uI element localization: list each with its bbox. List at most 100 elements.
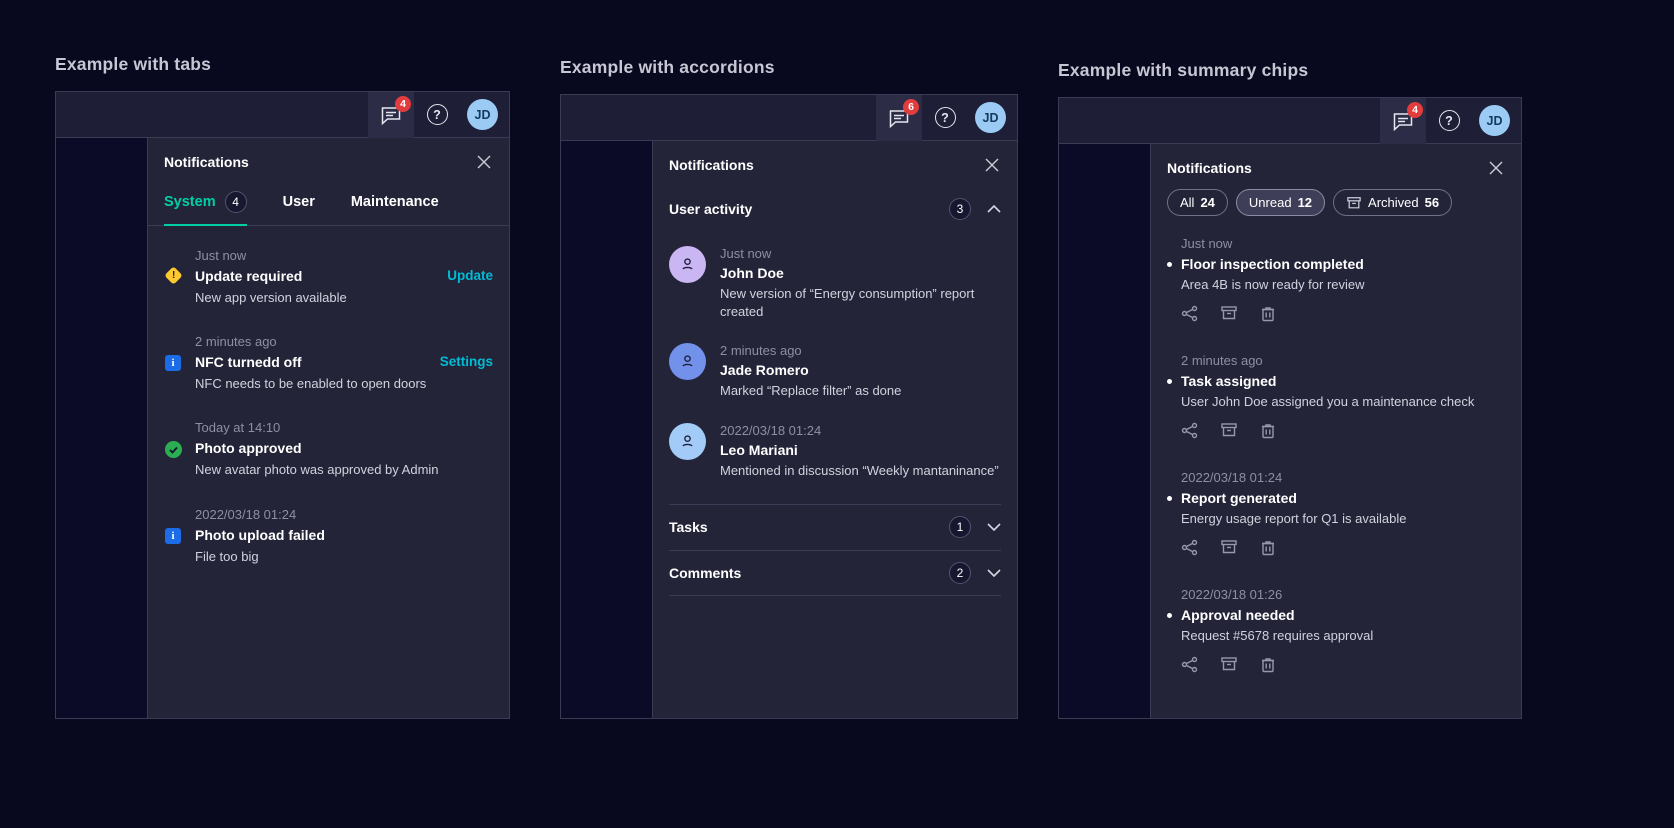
close-button[interactable] xyxy=(983,156,1001,174)
settings-action-link[interactable]: Settings xyxy=(440,334,493,393)
trash-icon xyxy=(1262,658,1274,673)
notification-time: Today at 14:10 xyxy=(195,420,281,436)
user-avatar[interactable]: JD xyxy=(1479,105,1510,136)
update-action-link[interactable]: Update xyxy=(447,248,493,307)
notifications-panel: Notifications User activity 3 Just now J… xyxy=(652,141,1017,718)
chip-count: 24 xyxy=(1200,195,1215,210)
notification-item: i 2022/03/18 01:24 Photo upload failed F… xyxy=(164,507,493,566)
tab-maintenance[interactable]: Maintenance xyxy=(351,183,439,225)
share-icon xyxy=(1181,422,1198,439)
archive-button[interactable] xyxy=(1220,656,1238,673)
notification-time: Just now xyxy=(195,248,247,263)
help-button[interactable]: ? xyxy=(922,95,968,141)
help-button[interactable]: ? xyxy=(1426,98,1472,144)
chip-archived[interactable]: Archived 56 xyxy=(1333,189,1453,216)
notifications-panel: Notifications System 4 User Maintenance xyxy=(147,138,509,718)
notification-description: New avatar photo was approved by Admin xyxy=(195,462,439,478)
delete-button[interactable] xyxy=(1260,422,1276,439)
chip-count: 56 xyxy=(1424,195,1440,210)
trash-icon xyxy=(1262,424,1274,439)
chevron-up-icon xyxy=(987,205,1001,213)
user-activity-list: Just now John Doe New version of “Energy… xyxy=(669,232,1001,504)
section-title-accordions: Example with accordions xyxy=(560,57,775,77)
accordion-comments[interactable]: Comments 2 xyxy=(669,549,1001,596)
archive-button[interactable] xyxy=(1220,422,1238,439)
section-title-tabs: Example with tabs xyxy=(55,54,212,74)
tab-label: User xyxy=(282,194,315,210)
notification-title: Task assigned xyxy=(1181,373,1277,389)
archive-icon xyxy=(1221,540,1237,554)
notification-description: NFC needs to be enabled to open doors xyxy=(195,376,427,392)
notification-title: Update required xyxy=(195,268,303,284)
unread-dot xyxy=(1167,379,1172,384)
section-title-chips: Example with summary chips xyxy=(1058,60,1309,80)
chip-label: Unread xyxy=(1248,195,1292,210)
delete-button[interactable] xyxy=(1260,305,1276,322)
notification-title: Approval needed xyxy=(1181,607,1295,623)
accordion-count-badge: 3 xyxy=(949,198,971,220)
chevron-down-icon xyxy=(987,523,1001,532)
archive-button[interactable] xyxy=(1220,305,1238,322)
archive-icon xyxy=(1347,196,1361,208)
app-window-tabs: 4 ? JD Notifications System 4 User Maint… xyxy=(55,91,510,719)
close-x-icon xyxy=(477,155,491,169)
tab-user[interactable]: User xyxy=(283,183,315,225)
close-button[interactable] xyxy=(475,153,493,171)
person-icon xyxy=(682,434,693,447)
notification-title: Photo approved xyxy=(195,440,302,457)
notification-description: New app version available xyxy=(195,290,347,305)
app-header: 4 ? JD xyxy=(1059,97,1521,144)
share-button[interactable] xyxy=(1181,539,1198,556)
accordion-count-badge: 1 xyxy=(949,516,971,539)
archive-icon xyxy=(1221,423,1237,437)
share-button[interactable] xyxy=(1181,305,1198,322)
warning-diamond-icon: ! xyxy=(163,266,183,285)
chip-label: All xyxy=(1180,195,1195,210)
share-icon xyxy=(1181,656,1198,673)
app-content-strip xyxy=(1059,144,1150,718)
trash-icon xyxy=(1262,307,1274,322)
activity-user-name: Jade Romero xyxy=(720,362,809,379)
app-content-strip xyxy=(56,138,147,718)
activity-item: 2 minutes ago Jade Romero Marked “Replac… xyxy=(669,343,1001,400)
question-mark-icon: ? xyxy=(1438,110,1460,131)
activity-description: Mentioned in discussion “Weekly mantanin… xyxy=(720,462,999,478)
question-mark-icon: ? xyxy=(934,107,956,128)
chip-label: Archived xyxy=(1368,195,1419,210)
activity-item: Just now John Doe New version of “Energy… xyxy=(669,246,1001,321)
notifications-button[interactable]: 4 xyxy=(368,91,414,138)
app-content-strip xyxy=(561,141,652,718)
close-x-icon xyxy=(1489,161,1503,175)
notifications-button[interactable]: 4 xyxy=(1380,97,1426,144)
close-button[interactable] xyxy=(1487,159,1505,177)
notification-actions xyxy=(1181,656,1505,673)
notification-description: Request #5678 requires approval xyxy=(1181,628,1374,643)
notification-item: Today at 14:10 Photo approved New avatar… xyxy=(164,420,493,479)
archive-button[interactable] xyxy=(1220,539,1238,556)
app-header: 4 ? JD xyxy=(56,91,509,138)
chip-all[interactable]: All 24 xyxy=(1167,189,1228,216)
notification-item: i 2 minutes ago NFC turnedd off NFC need… xyxy=(164,334,493,393)
notification-item: 2 minutes ago Task assigned User John Do… xyxy=(1167,353,1505,439)
notification-description: File too big xyxy=(195,548,259,564)
notification-title: Floor inspection completed xyxy=(1181,256,1364,272)
share-button[interactable] xyxy=(1181,656,1198,673)
notification-actions xyxy=(1181,422,1505,439)
tab-system[interactable]: System 4 xyxy=(164,183,247,226)
tab-label: Maintenance xyxy=(350,194,439,210)
app-window-chips: 4 ? JD Notifications All 24 Unread 12 Ar… xyxy=(1058,97,1522,719)
accordion-user-activity[interactable]: User activity 3 xyxy=(669,186,1001,232)
user-avatar[interactable]: JD xyxy=(975,102,1006,133)
share-button[interactable] xyxy=(1181,422,1198,439)
delete-button[interactable] xyxy=(1260,539,1276,556)
notification-time: 2022/03/18 01:24 xyxy=(195,506,297,522)
notification-description: User John Doe assigned you a maintenance… xyxy=(1181,394,1475,409)
notification-actions xyxy=(1181,305,1505,322)
user-avatar[interactable]: JD xyxy=(467,99,498,130)
notification-count-badge: 6 xyxy=(903,98,919,115)
chip-unread[interactable]: Unread 12 xyxy=(1235,189,1326,216)
delete-button[interactable] xyxy=(1260,656,1276,673)
accordion-tasks[interactable]: Tasks 1 xyxy=(669,503,1001,550)
notifications-button[interactable]: 6 xyxy=(876,94,922,141)
help-button[interactable]: ? xyxy=(414,92,460,138)
